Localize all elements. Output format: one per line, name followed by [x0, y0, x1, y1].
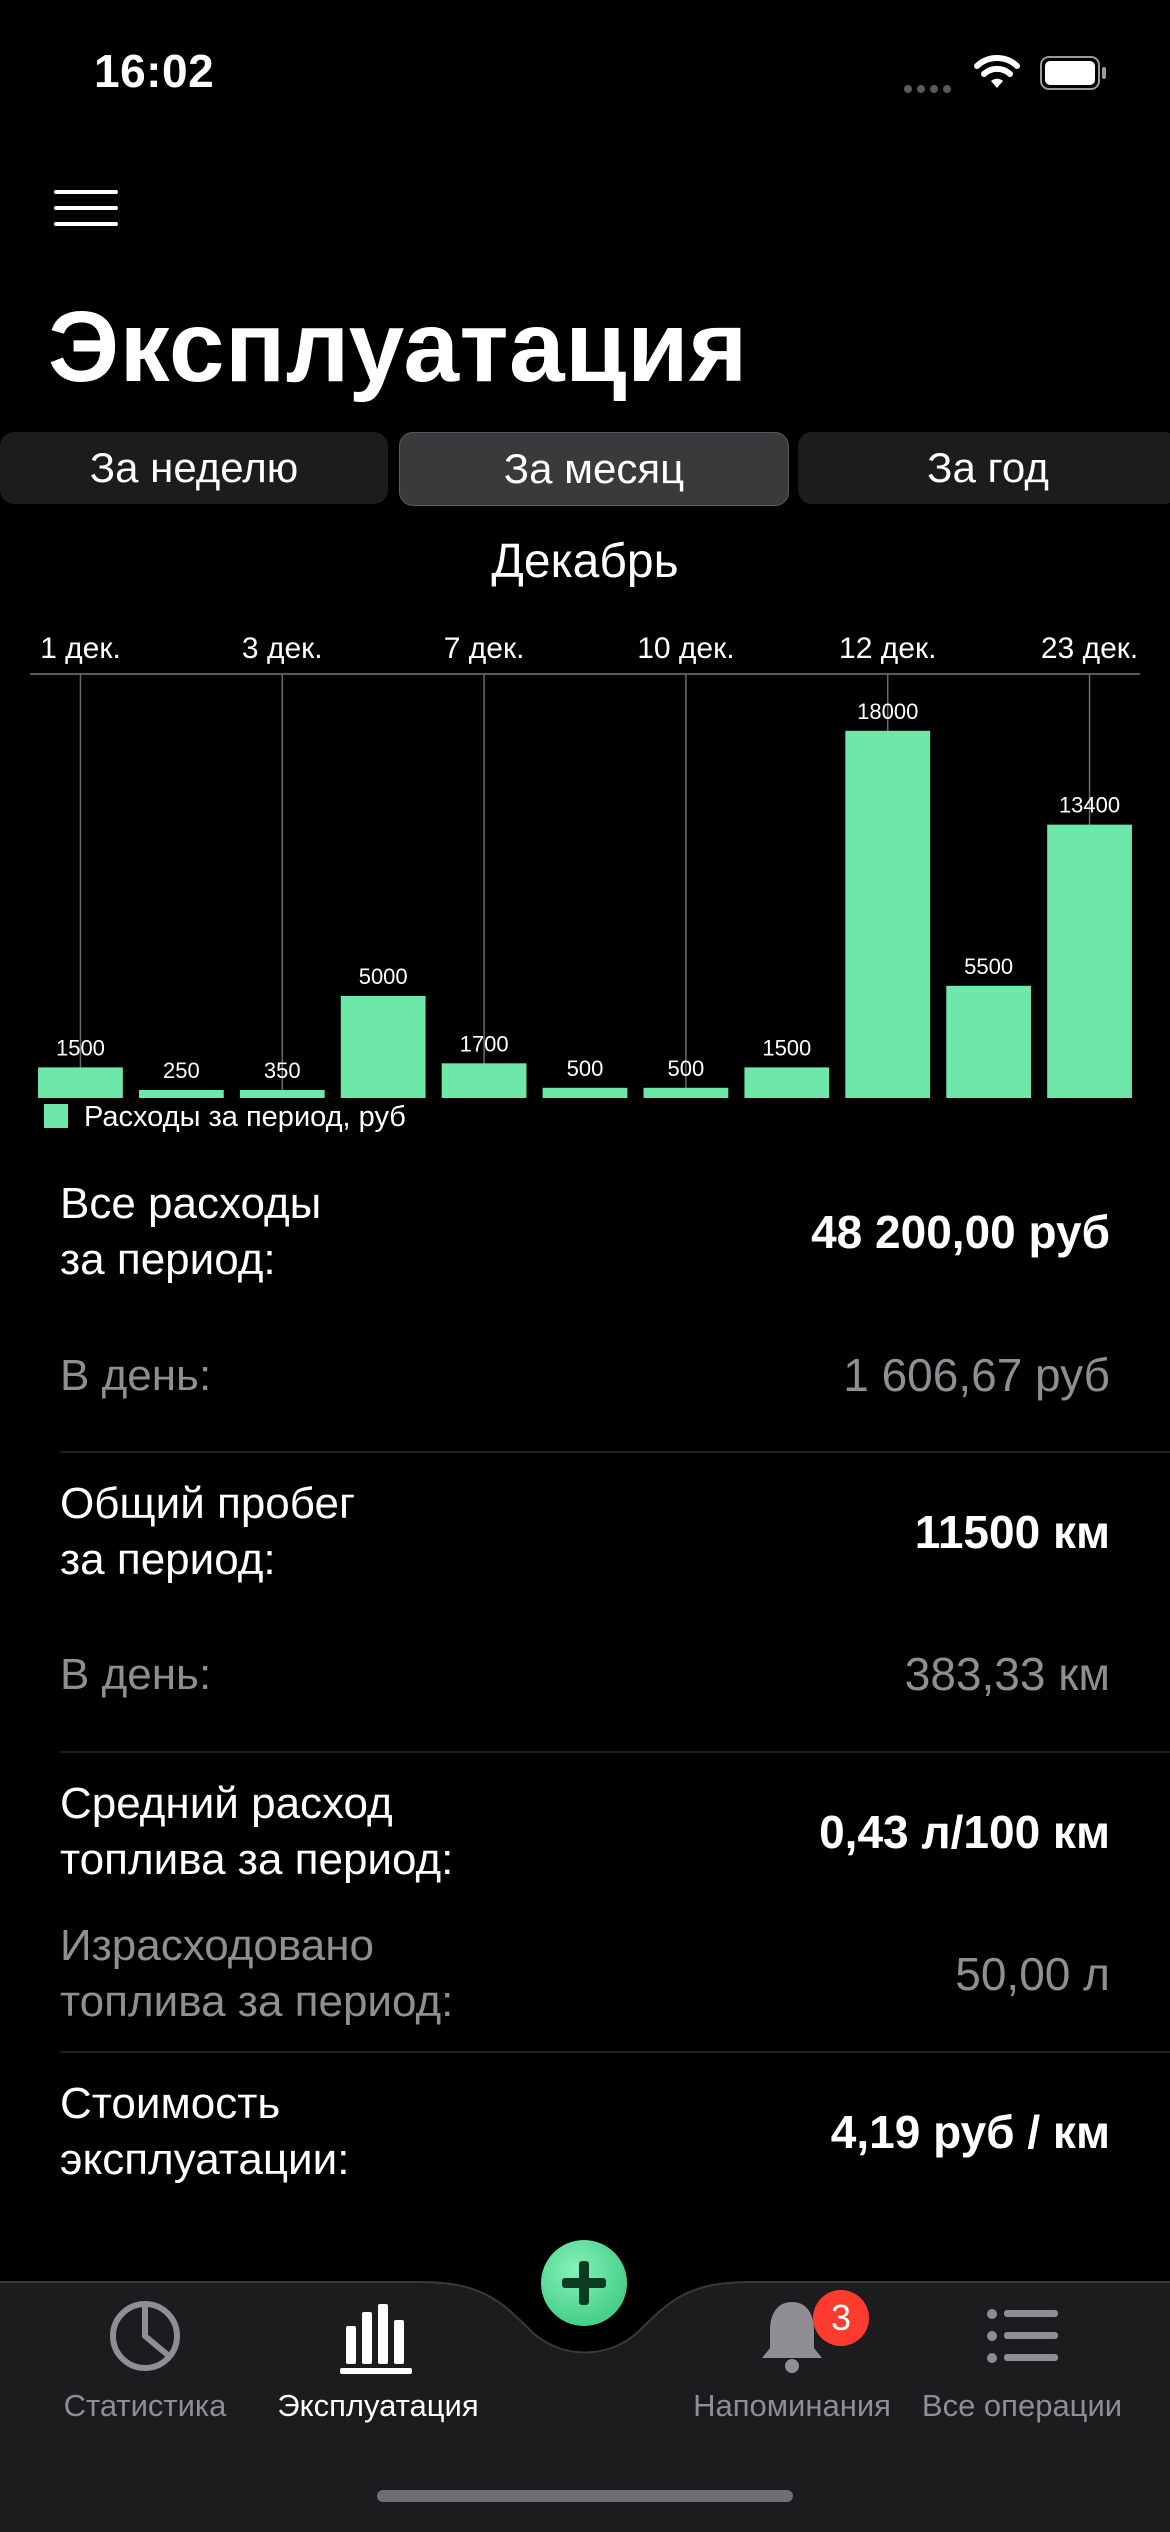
- chart-bar: [239, 1090, 325, 1098]
- list-icon: [987, 2309, 1058, 2363]
- bar-chart-icon: [340, 2304, 412, 2374]
- tab-all-operations[interactable]: Все операции: [902, 2296, 1142, 2436]
- chart-title: Декабрь: [491, 535, 679, 588]
- fuel-used-value: 50,00 л: [955, 1948, 1110, 2000]
- mileage-label: Общий пробег за период:: [60, 1479, 356, 1584]
- tab-reminders[interactable]: Напоминания: [672, 2296, 912, 2436]
- chart-value-label: 250: [163, 1058, 200, 1083]
- chart-bar: [38, 1067, 123, 1098]
- chart-bar: [946, 985, 1032, 1098]
- period-segmented-control: За неделю За месяц За год: [0, 432, 1170, 506]
- pie-chart-icon: [110, 2301, 180, 2371]
- chart-value-label: 13400: [1059, 793, 1120, 818]
- segment-year[interactable]: За год: [798, 432, 1170, 504]
- wifi-icon: [974, 55, 1020, 88]
- chart-bar: [643, 1087, 729, 1098]
- total-per-day-value: 1 606,67 руб: [843, 1349, 1110, 1401]
- tab-statistics-label: Статистика: [63, 2388, 227, 2423]
- segment-week[interactable]: За неделю: [0, 432, 388, 504]
- chart-bar: [744, 1067, 830, 1098]
- chart-top-label: 12 дек.: [839, 632, 936, 665]
- menu-icon[interactable]: [54, 190, 118, 230]
- notification-badge: 3: [813, 2290, 869, 2346]
- plus-icon: [562, 2261, 606, 2305]
- chart-value-label: 500: [668, 1056, 705, 1081]
- cost-value: 4,19 руб / км: [830, 2106, 1110, 2158]
- segment-month[interactable]: За месяц: [399, 432, 789, 506]
- divider: [60, 1751, 1170, 1753]
- status-time: 16:02: [94, 45, 215, 97]
- chart-top-label: 1 дек.: [40, 632, 121, 665]
- cost-label: Стоимость эксплуатации:: [60, 2079, 350, 2184]
- tab-reminders-label: Напоминания: [693, 2388, 891, 2423]
- fuel-avg-value: 0,43 л/100 км: [819, 1806, 1110, 1858]
- total-per-day-label: В день:: [60, 1351, 212, 1400]
- mileage-value: 11500 км: [914, 1506, 1110, 1558]
- chart-top-label: 3 дек.: [242, 632, 323, 665]
- mileage-per-day-value: 383,33 км: [904, 1648, 1110, 1700]
- signal-icon: [904, 80, 956, 98]
- total-expenses-value: 48 200,00 руб: [811, 1206, 1110, 1258]
- chart-legend-label: Расходы за период, руб: [84, 1101, 406, 1133]
- tab-statistics[interactable]: Статистика: [25, 2296, 265, 2436]
- chart-bar: [340, 996, 426, 1098]
- chart-value-label: 500: [567, 1056, 604, 1081]
- chart-top-label: 10 дек.: [637, 632, 734, 665]
- fuel-used-label: Израсходовано топлива за период:: [60, 1921, 454, 2026]
- chart-bar: [542, 1087, 628, 1098]
- chart-value-label: 350: [264, 1058, 301, 1083]
- chart-value-label: 5500: [964, 954, 1013, 979]
- home-indicator: [377, 2490, 793, 2502]
- chart-value-label: 1700: [460, 1031, 509, 1056]
- total-expenses-label: Все расходы за период:: [60, 1179, 322, 1284]
- chart-value-label: 5000: [359, 964, 408, 989]
- chart-value-label: 1500: [762, 1035, 811, 1060]
- chart-value-label: 1500: [56, 1035, 105, 1060]
- tab-all-operations-label: Все операции: [921, 2388, 1123, 2423]
- chart-bar: [1047, 824, 1132, 1098]
- chart-bar: [138, 1090, 224, 1098]
- expenses-bar-chart: 1 дек. 3 дек. 7 дек. 10 дек. 12 дек. 23 дек. 1…: [30, 632, 1140, 1133]
- chart-value-label: 18000: [857, 699, 918, 724]
- chart-top-label: 23 дек.: [1041, 632, 1138, 665]
- chart-bar: [441, 1063, 527, 1098]
- divider: [60, 1451, 1170, 1453]
- mileage-per-day-label: В день:: [60, 1650, 212, 1699]
- add-button[interactable]: [541, 2240, 627, 2326]
- tab-exploitation[interactable]: Эксплуатация: [258, 2296, 498, 2436]
- chart-bar: [845, 730, 931, 1098]
- divider: [60, 2051, 1170, 2053]
- fuel-avg-label: Средний расход топлива за период:: [60, 1779, 454, 1884]
- chart-top-label: 7 дек.: [444, 632, 525, 665]
- tab-exploitation-label: Эксплуатация: [277, 2388, 479, 2423]
- battery-icon: [1040, 56, 1106, 90]
- page-title: Эксплуатация: [48, 291, 748, 403]
- chart-legend-swatch: [44, 1104, 68, 1128]
